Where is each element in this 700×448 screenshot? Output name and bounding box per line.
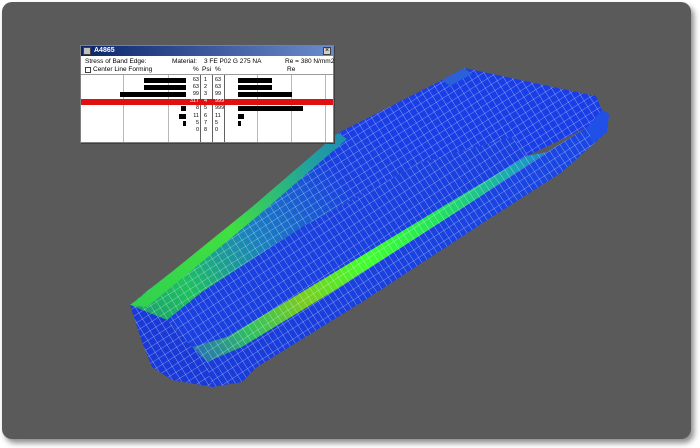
right-pct-value: 999 bbox=[215, 98, 225, 105]
grid-line bbox=[325, 75, 326, 142]
grid-line bbox=[123, 75, 124, 142]
viewport-frame: A4865 × Stress of Band Edge: Material: 3… bbox=[2, 2, 691, 439]
psi-value: 1 bbox=[204, 76, 208, 83]
psi-value: 4 bbox=[204, 98, 208, 105]
right-stress-bar bbox=[238, 106, 303, 112]
stress-dialog[interactable]: A4865 × Stress of Band Edge: Material: 3… bbox=[80, 45, 334, 143]
grid-line bbox=[212, 75, 213, 142]
col-header-re: Re bbox=[287, 66, 296, 73]
right-pct-value: 63 bbox=[215, 83, 222, 90]
psi-value: 3 bbox=[204, 90, 208, 97]
right-pct-value: 0 bbox=[215, 126, 219, 133]
right-stress-bar bbox=[238, 91, 292, 97]
right-pct-value: 63 bbox=[215, 76, 222, 83]
right-pct-value: 99 bbox=[215, 90, 222, 97]
psi-value: 5 bbox=[204, 105, 208, 112]
right-stress-bar bbox=[238, 113, 244, 119]
re-value: Re = 380 N/mm2 bbox=[285, 58, 335, 65]
left-pct-value: 63 bbox=[192, 83, 199, 90]
left-pct-value: 0 bbox=[195, 126, 199, 133]
left-pct-value: 63 bbox=[192, 76, 199, 83]
left-pct-value: 5 bbox=[195, 119, 199, 126]
left-pct-value: 11 bbox=[193, 112, 199, 119]
right-stress-bar bbox=[238, 120, 241, 126]
center-line-checkbox[interactable] bbox=[85, 67, 91, 73]
dialog-title: A4865 bbox=[94, 47, 115, 54]
material-value: 3 FE P02 G 275 NA bbox=[204, 58, 262, 65]
center-line-label[interactable]: Center Line Forming bbox=[93, 66, 152, 74]
right-stress-bar bbox=[238, 77, 272, 83]
right-pct-value: 999 bbox=[215, 105, 225, 112]
grid-line bbox=[200, 75, 201, 142]
right-pct-value: 11 bbox=[215, 112, 221, 119]
header-divider bbox=[81, 74, 333, 75]
left-stress-bar bbox=[120, 91, 186, 97]
psi-value: 7 bbox=[204, 119, 208, 126]
psi-value: 2 bbox=[204, 83, 208, 90]
material-label: Material: bbox=[172, 58, 197, 65]
right-pct-value: 5 bbox=[215, 119, 219, 126]
window-icon bbox=[83, 47, 91, 55]
col-header-pct-left: % bbox=[193, 66, 199, 73]
psi-value: 6 bbox=[204, 112, 208, 119]
col-header-pct-right: % bbox=[215, 66, 221, 73]
stress-label: Stress of Band Edge: bbox=[85, 58, 147, 65]
col-header-psi: Psi bbox=[202, 66, 212, 73]
psi-value: 8 bbox=[204, 126, 208, 133]
right-stress-bar bbox=[238, 84, 272, 90]
dialog-titlebar[interactable]: A4865 × bbox=[81, 46, 333, 56]
left-pct-value: 8 bbox=[195, 105, 199, 112]
close-button[interactable]: × bbox=[323, 47, 331, 55]
left-pct-value: 99 bbox=[192, 90, 199, 97]
left-pct-value: 317 bbox=[189, 98, 199, 105]
